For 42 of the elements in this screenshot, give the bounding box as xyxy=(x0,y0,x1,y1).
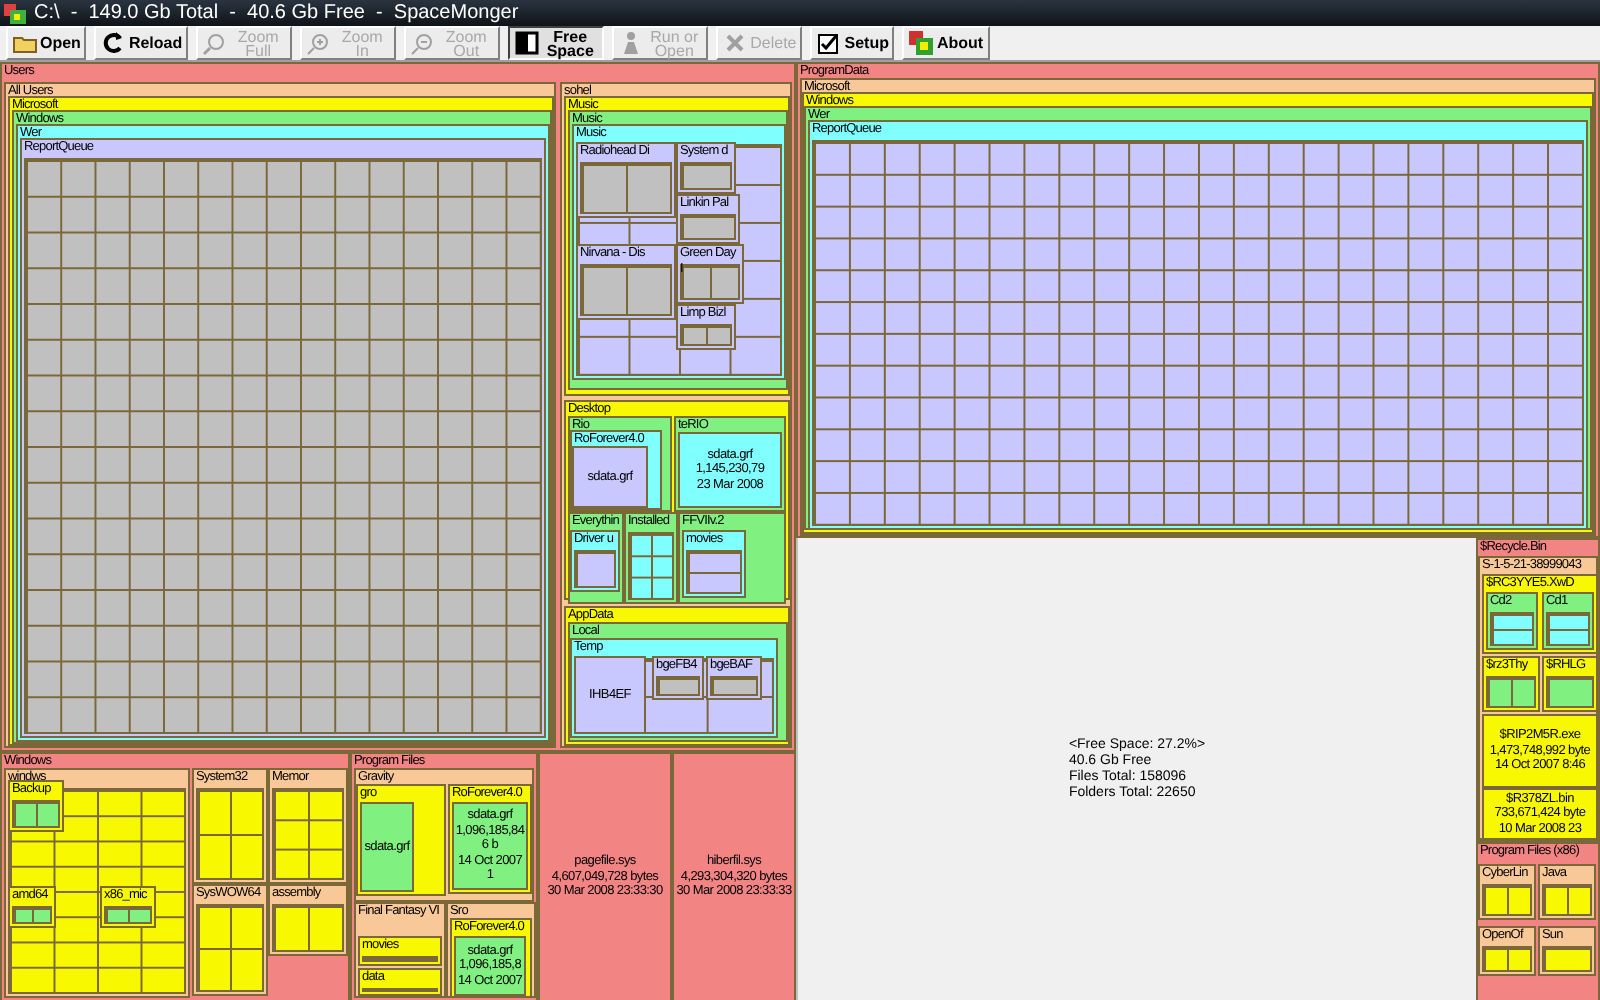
file-grid xyxy=(1482,946,1532,972)
file-grid xyxy=(680,214,736,240)
file-grid xyxy=(1546,676,1594,708)
file-grid xyxy=(580,162,672,214)
open-button[interactable]: Open xyxy=(6,26,87,60)
file-grid xyxy=(196,788,264,880)
square-icon xyxy=(514,30,541,56)
delete-icon xyxy=(722,30,749,56)
file-grid xyxy=(574,550,616,588)
zoom-in-icon xyxy=(306,30,333,56)
file-grid xyxy=(1490,612,1534,646)
file-grid xyxy=(362,988,438,992)
file-grid xyxy=(628,532,674,600)
file-grid xyxy=(1542,946,1592,972)
folder-block[interactable] xyxy=(0,62,796,752)
file-grid xyxy=(196,904,264,992)
checkbox-icon xyxy=(816,30,843,56)
file-grid xyxy=(680,264,740,300)
file-grid xyxy=(1482,884,1532,916)
zoom-icon xyxy=(202,30,229,56)
folder-block[interactable] xyxy=(560,82,792,748)
file-grid xyxy=(656,676,700,696)
file-grid xyxy=(1542,884,1592,916)
app-icon xyxy=(4,3,26,23)
about-button[interactable]: About xyxy=(902,26,990,60)
file-grid xyxy=(680,162,732,190)
reload-button[interactable]: Reload xyxy=(94,26,189,60)
file-grid xyxy=(1486,676,1536,708)
setup-button[interactable]: Setup xyxy=(810,26,895,60)
file-grid xyxy=(686,550,742,594)
zoom-out-icon xyxy=(410,30,437,56)
reload-icon xyxy=(100,30,127,56)
window-title: C:\ - 149.0 Gb Total - 40.6 Gb Free - SpaceMonger xyxy=(34,1,519,25)
file-grid xyxy=(272,788,344,880)
app-icon xyxy=(908,30,935,56)
file-grid xyxy=(1546,612,1590,646)
file-grid xyxy=(272,904,344,952)
free-space-button[interactable]: Free Space xyxy=(508,26,605,60)
file-grid xyxy=(710,676,758,696)
file-grid xyxy=(580,264,672,316)
file-grid xyxy=(362,956,438,962)
file-grid xyxy=(680,324,732,346)
